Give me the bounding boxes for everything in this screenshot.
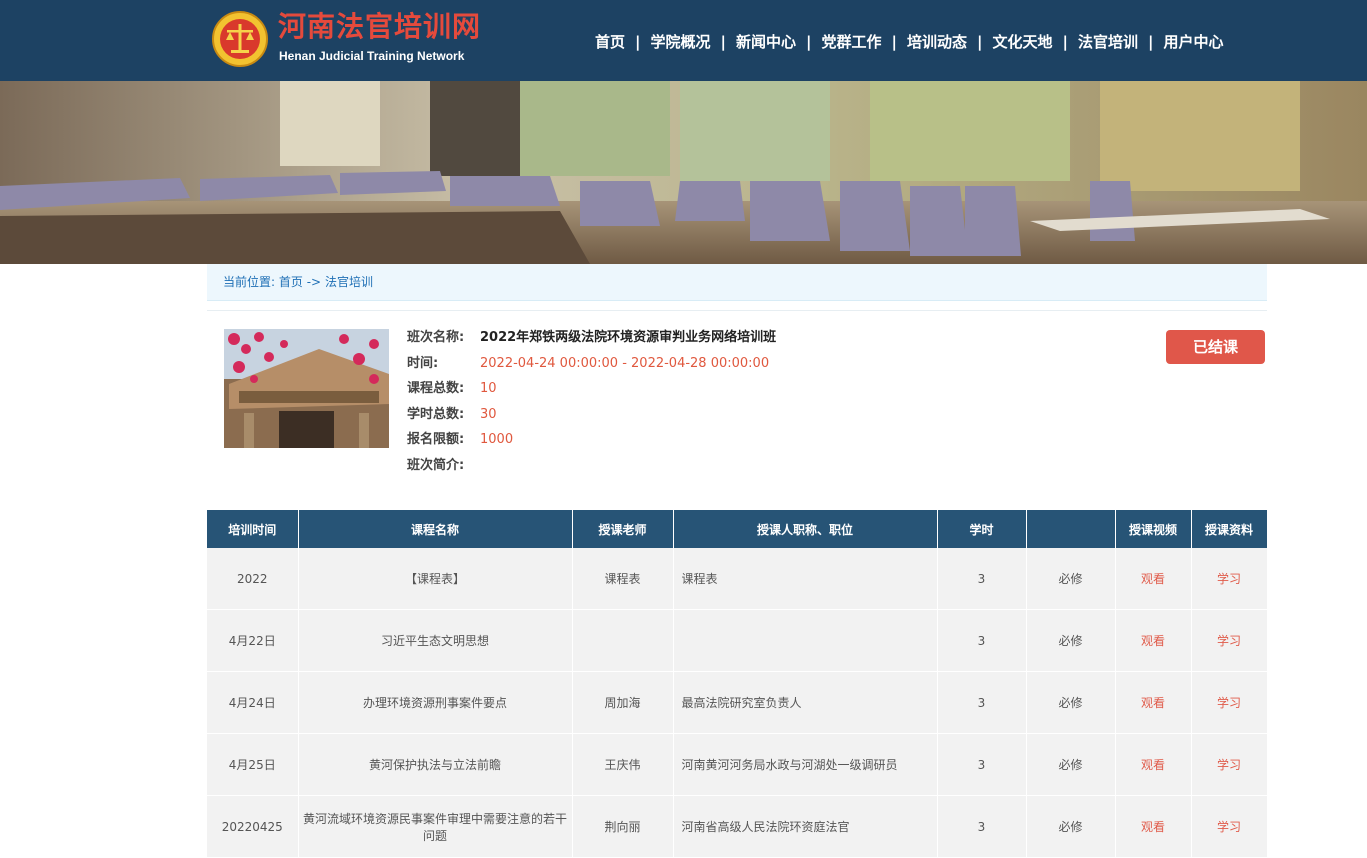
- nav-separator: |: [806, 32, 812, 51]
- col-header-video: 授课视频: [1115, 510, 1192, 548]
- cell-position: 课程表: [673, 548, 938, 610]
- nav-training-news[interactable]: 培训动态: [902, 31, 972, 52]
- table-row: 20220425 黄河流域环境资源民事案件审理中需要注意的若干问题 荆向丽 河南…: [207, 795, 1268, 858]
- cell-course: 黄河保护执法与立法前瞻: [298, 733, 573, 796]
- nav-judge-training[interactable]: 法官培训: [1073, 31, 1143, 52]
- cell-date: 4月24日: [207, 671, 299, 734]
- watch-link[interactable]: 观看: [1115, 671, 1192, 734]
- cell-type: 必修: [1026, 671, 1116, 734]
- cell-hours: 3: [937, 609, 1027, 672]
- cell-course: 办理环境资源刑事案件要点: [298, 671, 573, 734]
- cell-hours: 3: [937, 671, 1027, 734]
- cell-type: 必修: [1026, 609, 1116, 672]
- enroll-limit: 1000: [480, 432, 514, 448]
- site-header: 河南法官培训网 Henan Judicial Training Network …: [0, 0, 1367, 81]
- table-row: 4月22日 习近平生态文明思想 3 必修 观看 学习: [207, 609, 1268, 672]
- col-header-teacher: 授课老师: [572, 510, 674, 548]
- study-link[interactable]: 学习: [1191, 609, 1268, 672]
- site-subtitle: Henan Judicial Training Network: [279, 49, 465, 63]
- total-hours-label: 学时总数:: [407, 406, 465, 422]
- col-header-course: 课程名称: [298, 510, 573, 548]
- cell-position: 河南省高级人民法院环资庭法官: [673, 795, 938, 858]
- breadcrumb-arrow: ->: [306, 275, 322, 289]
- cell-position: 河南黄河河务局水政与河湖处一级调研员: [673, 733, 938, 796]
- study-link[interactable]: 学习: [1191, 795, 1268, 858]
- study-link[interactable]: 学习: [1191, 671, 1268, 734]
- table-row: 4月24日 办理环境资源刑事案件要点 周加海 最高法院研究室负责人 3 必修 观…: [207, 671, 1268, 734]
- cell-date: 4月25日: [207, 733, 299, 796]
- cell-teacher: [572, 609, 674, 672]
- nav-culture[interactable]: 文化天地: [988, 31, 1058, 52]
- nav-separator: |: [891, 32, 897, 51]
- nav-separator: |: [720, 32, 726, 51]
- cell-date: 2022: [207, 548, 299, 610]
- breadcrumb-prefix: 当前位置:: [223, 275, 276, 289]
- cell-teacher: 荆向丽: [572, 795, 674, 858]
- breadcrumb-current[interactable]: 法官培训: [325, 275, 373, 289]
- col-header-date: 培训时间: [207, 510, 299, 548]
- cell-position: 最高法院研究室负责人: [673, 671, 938, 734]
- watch-link[interactable]: 观看: [1115, 733, 1192, 796]
- cell-course: 【课程表】: [298, 548, 573, 610]
- class-name: 2022年郑铁两级法院环境资源审判业务网络培训班: [480, 330, 777, 345]
- breadcrumb-home[interactable]: 首页: [279, 275, 303, 289]
- nav-separator: |: [1062, 32, 1068, 51]
- cell-date: 4月22日: [207, 609, 299, 672]
- classroom-banner-image: [0, 81, 1367, 264]
- nav-about[interactable]: 学院概况: [646, 31, 716, 52]
- enroll-limit-label: 报名限额:: [407, 432, 465, 448]
- nav-home[interactable]: 首页: [590, 31, 630, 52]
- col-header-hours: 学时: [937, 510, 1027, 548]
- class-intro-label: 班次简介:: [407, 457, 465, 473]
- table-header-row: 培训时间 课程名称 授课老师 授课人职称、职位 学时 授课视频 授课资料: [207, 510, 1268, 548]
- nav-separator: |: [1148, 32, 1154, 51]
- class-info: 班次名称: 2022年郑铁两级法院环境资源审判业务网络培训班 时间: 2022-04…: [407, 329, 776, 483]
- cell-teacher: 周加海: [572, 671, 674, 734]
- class-name-label: 班次名称:: [407, 330, 465, 345]
- nav-user-center[interactable]: 用户中心: [1159, 31, 1229, 52]
- total-courses-label: 课程总数:: [407, 381, 465, 397]
- course-finished-button[interactable]: 已结课: [1166, 330, 1265, 364]
- class-thumbnail-image: [224, 329, 389, 448]
- cell-hours: 3: [937, 548, 1027, 610]
- nav-party[interactable]: 党群工作: [817, 31, 887, 52]
- divider: [207, 310, 1267, 311]
- cell-hours: 3: [937, 733, 1027, 796]
- study-link[interactable]: 学习: [1191, 548, 1268, 610]
- nav-news[interactable]: 新闻中心: [731, 31, 801, 52]
- cell-course: 习近平生态文明思想: [298, 609, 573, 672]
- watch-link[interactable]: 观看: [1115, 609, 1192, 672]
- main-nav: 首页 | 学院概况 | 新闻中心 | 党群工作 | 培训动态 | 文化天地 | …: [590, 31, 1229, 52]
- cell-type: 必修: [1026, 548, 1116, 610]
- cell-type: 必修: [1026, 733, 1116, 796]
- nav-separator: |: [635, 32, 641, 51]
- col-header-material: 授课资料: [1191, 510, 1268, 548]
- class-time: 2022-04-24 00:00:00 - 2022-04-28 00:00:0…: [480, 355, 770, 371]
- total-hours: 30: [480, 406, 497, 422]
- course-table: 培训时间 课程名称 授课老师 授课人职称、职位 学时 授课视频 授课资料 202…: [207, 510, 1268, 858]
- study-link[interactable]: 学习: [1191, 733, 1268, 796]
- cell-teacher: 王庆伟: [572, 733, 674, 796]
- col-header-type: [1026, 510, 1116, 548]
- cell-position: [673, 609, 938, 672]
- table-row: 4月25日 黄河保护执法与立法前瞻 王庆伟 河南黄河河务局水政与河湖处一级调研员…: [207, 733, 1268, 796]
- time-label: 时间:: [407, 355, 439, 371]
- cell-hours: 3: [937, 795, 1027, 858]
- cell-teacher: 课程表: [572, 548, 674, 610]
- cell-course: 黄河流域环境资源民事案件审理中需要注意的若干问题: [298, 795, 573, 858]
- nav-separator: |: [977, 32, 983, 51]
- total-courses: 10: [480, 381, 497, 397]
- watch-link[interactable]: 观看: [1115, 795, 1192, 858]
- breadcrumb: 当前位置: 首页 -> 法官培训: [207, 264, 1267, 301]
- court-emblem-icon[interactable]: [212, 10, 268, 68]
- cell-type: 必修: [1026, 795, 1116, 858]
- col-header-position: 授课人职称、职位: [673, 510, 938, 548]
- table-row: 2022 【课程表】 课程表 课程表 3 必修 观看 学习: [207, 548, 1268, 610]
- cell-date: 20220425: [207, 795, 299, 858]
- watch-link[interactable]: 观看: [1115, 548, 1192, 610]
- site-title[interactable]: 河南法官培训网: [278, 10, 481, 44]
